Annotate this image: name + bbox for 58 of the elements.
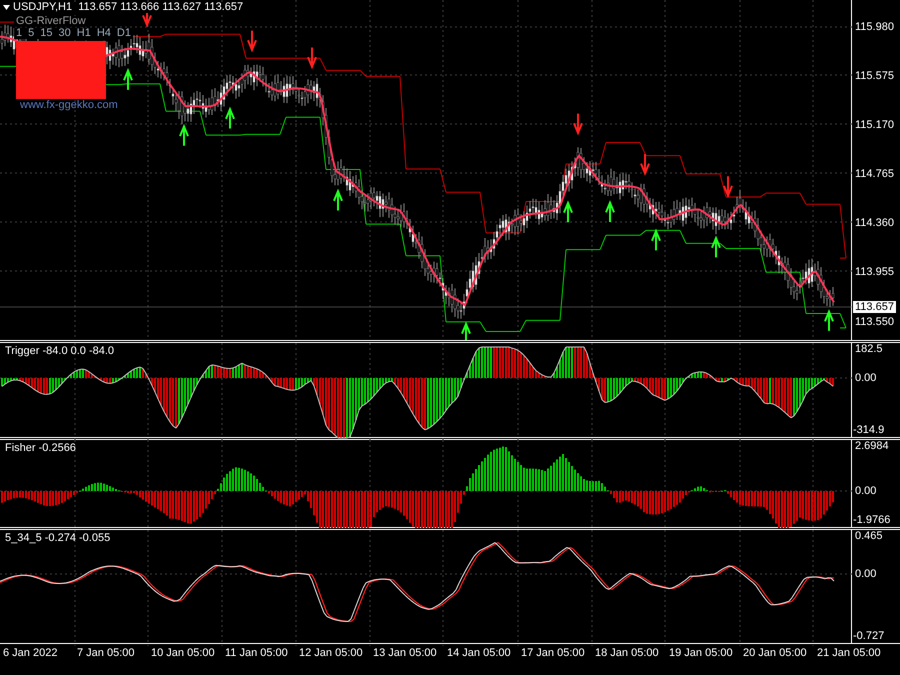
axis-label: 0.00 bbox=[855, 373, 876, 384]
price-label: 113.955 bbox=[855, 267, 894, 278]
time-label: 10 Jan 05:00 bbox=[151, 648, 216, 659]
price-label: 114.765 bbox=[855, 169, 894, 180]
up-arrow-icon bbox=[461, 321, 471, 340]
symbol-header: USDJPY,H1 113.657 113.666 113.627 113.657 bbox=[13, 2, 244, 13]
down-arrow-icon bbox=[573, 112, 583, 136]
time-label: 20 Jan 05:00 bbox=[743, 648, 808, 659]
time-label: 13 Jan 05:00 bbox=[373, 648, 438, 659]
axis-label: 182.5 bbox=[855, 344, 883, 355]
indicator-title: GG-RiverFlow bbox=[14, 16, 88, 27]
timeframe-button[interactable]: 1 bbox=[16, 28, 22, 39]
subwindow-title: Trigger -84.0 0.0 -84.0 bbox=[5, 346, 114, 357]
price-label: 115.575 bbox=[855, 71, 894, 82]
timeframe-button[interactable]: H4 bbox=[96, 28, 111, 39]
price-label: 115.980 bbox=[855, 22, 894, 33]
up-arrow-icon bbox=[711, 236, 721, 258]
up-arrow-icon bbox=[563, 200, 573, 224]
price-label: 115.170 bbox=[855, 120, 894, 131]
axis-label: 2.6984 bbox=[855, 441, 889, 452]
subwindow-title: 5_34_5 -0.274 -0.055 bbox=[5, 533, 110, 544]
down-arrow-icon bbox=[640, 153, 650, 176]
up-arrow-icon bbox=[824, 309, 834, 332]
timeframe-button[interactable]: 15 bbox=[40, 28, 52, 39]
axis-label: -314.9 bbox=[853, 425, 884, 436]
axis-label: -0.727 bbox=[853, 631, 884, 642]
up-arrow-icon bbox=[123, 68, 133, 91]
up-arrow-icon bbox=[333, 188, 343, 212]
website-text: www.fx-ggekko.com bbox=[20, 100, 118, 111]
time-label: 11 Jan 05:00 bbox=[225, 648, 289, 659]
axis-label: 0.465 bbox=[855, 531, 883, 542]
axis-label: 0.00 bbox=[855, 569, 876, 580]
timeframe-button[interactable]: 5 bbox=[28, 28, 34, 39]
up-arrow-icon bbox=[225, 106, 235, 130]
time-label: 18 Jan 05:00 bbox=[595, 648, 660, 659]
time-label: 19 Jan 05:00 bbox=[669, 648, 734, 659]
up-arrow-icon bbox=[605, 200, 615, 223]
price-label: 113.550 bbox=[855, 317, 894, 328]
time-label: 12 Jan 05:00 bbox=[299, 648, 364, 659]
time-label: 17 Jan 05:00 bbox=[521, 648, 586, 659]
down-arrow-icon bbox=[247, 30, 257, 52]
axis-label: 0.00 bbox=[855, 486, 876, 497]
time-label: 21 Jan 05:00 bbox=[817, 648, 882, 659]
time-label: 14 Jan 05:00 bbox=[447, 648, 512, 659]
timeframe-button[interactable]: D1 bbox=[116, 28, 131, 39]
up-arrow-icon bbox=[651, 228, 661, 252]
axis-label: -1.9766 bbox=[853, 515, 890, 526]
price-label: 114.360 bbox=[855, 218, 894, 229]
time-label: 6 Jan 2022 bbox=[3, 648, 58, 659]
down-arrow-icon bbox=[307, 46, 317, 70]
time-label: 7 Jan 05:00 bbox=[77, 648, 136, 659]
timeframe-button[interactable]: H1 bbox=[76, 28, 91, 39]
subwindow-title: Fisher -0.2566 bbox=[5, 443, 76, 454]
current-price-label: 113.657 bbox=[853, 301, 896, 313]
up-arrow-icon bbox=[179, 124, 189, 147]
down-arrow-icon bbox=[723, 175, 733, 198]
caret-icon[interactable] bbox=[3, 5, 10, 10]
timeframe-button[interactable]: 30 bbox=[58, 28, 71, 39]
